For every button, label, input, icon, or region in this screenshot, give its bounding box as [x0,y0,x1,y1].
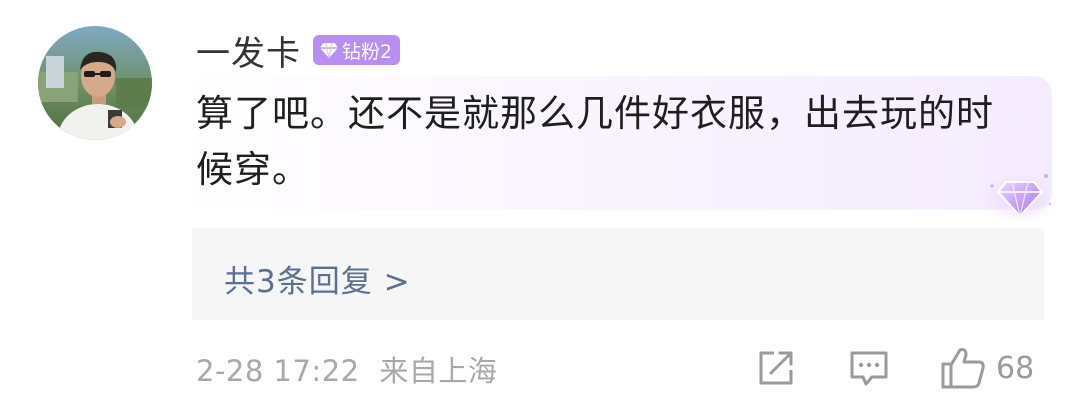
username[interactable]: 一发卡 [196,26,301,75]
location: 来自上海 [379,354,498,388]
timestamp: 2-28 17:22 [196,354,360,388]
share-button[interactable] [756,346,796,390]
like-button[interactable]: 68 [940,346,1034,390]
avatar[interactable] [38,26,152,140]
avatar-image [38,26,152,140]
comment-text: 算了吧。还不是就那么几件好衣服，出去玩的时候穿。 [196,92,994,191]
badge-label: 钻粉2 [342,40,393,63]
like-count: 68 [996,350,1035,386]
fan-badge[interactable]: 钻粉2 [313,35,401,65]
diamond-badge-icon [982,172,1058,224]
username-row: 一发卡 钻粉2 [196,26,401,75]
view-replies-link[interactable]: 共3条回复 > [224,256,411,301]
thumbs-up-icon [941,348,985,389]
reply-button[interactable] [848,346,890,390]
share-icon [759,351,793,385]
replies-panel[interactable]: 共3条回复 > [192,228,1044,320]
diamond-icon [320,42,338,59]
comment-meta: 2-28 17:22 来自上海 [196,348,497,390]
comment-icon [850,351,888,386]
